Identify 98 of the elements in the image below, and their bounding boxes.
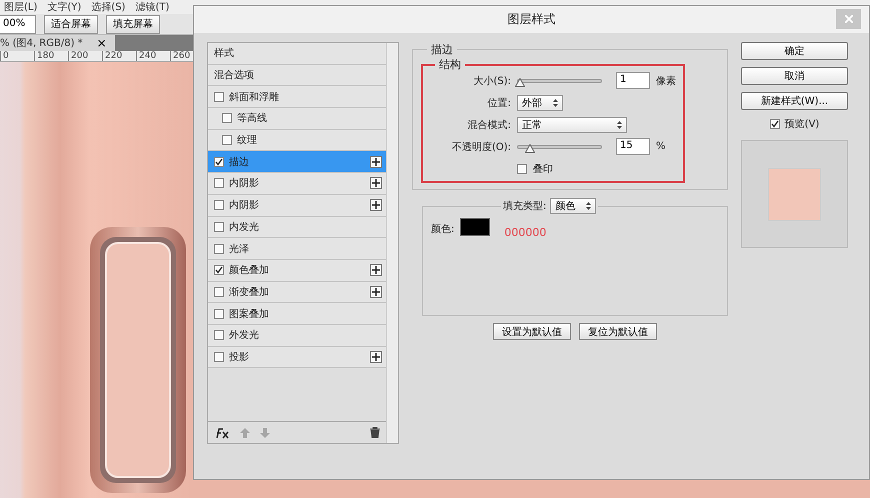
default-button[interactable]: 设置为默认值: [493, 323, 571, 340]
checkbox[interactable]: [214, 286, 224, 297]
zoom-field[interactable]: 00%: [0, 14, 36, 34]
plus-icon: [372, 179, 380, 188]
unit-label: %: [656, 141, 666, 152]
checkbox[interactable]: [214, 308, 224, 319]
effect-item[interactable]: 光泽: [208, 238, 386, 260]
checkbox[interactable]: [222, 135, 232, 146]
plus-icon: [372, 266, 380, 274]
opacity-input[interactable]: 15: [616, 138, 650, 155]
effect-item[interactable]: 图案叠加: [208, 303, 386, 325]
effect-item[interactable]: 渐变叠加: [208, 282, 386, 304]
effect-item[interactable]: 内阴影: [208, 173, 386, 195]
checkbox-label: 叠印: [533, 162, 553, 176]
ruler-label: 240: [136, 51, 170, 61]
field-label: 位置:: [486, 96, 511, 110]
field-label: 大小(S):: [472, 74, 511, 88]
field-label: 填充类型:: [503, 200, 546, 213]
fx-icon[interactable]: [214, 426, 230, 438]
dialog-button[interactable]: 取消: [741, 67, 848, 85]
checkbox[interactable]: [214, 330, 224, 340]
trash-icon[interactable]: [370, 427, 380, 438]
dialog-button[interactable]: 确定: [741, 42, 848, 60]
document-tab[interactable]: % (图4, RGB/8) * ×: [0, 35, 115, 51]
effect-item[interactable]: 颜色叠加: [208, 260, 386, 282]
group-title: 描边: [430, 42, 454, 57]
ruler-label: 0: [0, 51, 34, 61]
dialog-title: 图层样式: [508, 11, 556, 28]
ruler-label: 200: [68, 51, 102, 61]
caret-icon: [617, 120, 622, 128]
add-button[interactable]: [370, 264, 382, 276]
tab-title: % (图4, RGB/8) *: [0, 37, 83, 50]
plus-icon: [372, 158, 380, 166]
caret-icon: [553, 98, 558, 106]
field-label: 不透明度(O):: [450, 140, 511, 154]
checkbox[interactable]: [222, 113, 232, 124]
size-input[interactable]: 1: [616, 72, 650, 89]
checkmark-icon: [215, 266, 223, 274]
checkbox-label: 预览(V): [784, 118, 820, 131]
checkbox[interactable]: [517, 164, 527, 174]
slider-thumb[interactable]: [514, 76, 525, 86]
dialog-button[interactable]: 新建样式(W)...: [741, 92, 848, 110]
add-button[interactable]: [370, 350, 382, 363]
menu-item[interactable]: 滤镜(T): [135, 0, 170, 14]
add-button[interactable]: [370, 199, 382, 212]
plus-icon: [372, 201, 380, 210]
blend-mode-dropdown[interactable]: 正常: [517, 116, 627, 132]
plus-icon: [372, 288, 380, 296]
effect-item[interactable]: 内阴影: [208, 194, 386, 216]
menu-item[interactable]: 文字(Y): [47, 0, 82, 14]
checkbox[interactable]: [214, 265, 224, 276]
up-arrow-icon[interactable]: [240, 428, 250, 438]
checkbox[interactable]: [214, 156, 224, 167]
effect-item[interactable]: 内发光: [208, 216, 386, 238]
effect-item[interactable]: 等高线: [208, 108, 386, 130]
checkbox[interactable]: [214, 200, 224, 210]
effect-item[interactable]: 斜面和浮雕: [208, 86, 386, 108]
list-header: 样式: [208, 43, 386, 65]
add-button[interactable]: [370, 286, 382, 298]
checkmark-icon: [215, 158, 223, 166]
effect-item[interactable]: 投影: [208, 346, 386, 368]
default-button[interactable]: 复位为默认值: [579, 323, 657, 340]
checkbox[interactable]: [214, 244, 224, 254]
toolbar-button[interactable]: 适合屏幕: [44, 14, 98, 34]
toolbar-button[interactable]: 填充屏幕: [106, 14, 160, 34]
unit-label: 像素: [656, 74, 676, 88]
checkbox[interactable]: [214, 92, 224, 102]
tab-close-button[interactable]: ×: [96, 36, 107, 50]
down-arrow-icon[interactable]: [260, 428, 270, 438]
preview-swatch: [768, 168, 821, 220]
scrollbar[interactable]: [386, 43, 398, 443]
position-dropdown[interactable]: 外部: [517, 94, 563, 110]
effect-item[interactable]: 纹理: [208, 130, 386, 152]
ruler-label: 220: [102, 51, 136, 61]
group-title: 结构: [438, 57, 462, 72]
field-label: 混合模式:: [466, 118, 511, 132]
checkbox[interactable]: [770, 119, 780, 129]
caret-icon: [586, 202, 592, 210]
effect-item[interactable]: 外发光: [208, 324, 386, 347]
style-option[interactable]: 混合选项: [208, 64, 386, 86]
close-icon: [844, 15, 852, 23]
checkbox[interactable]: [214, 222, 224, 232]
ruler-label: 180: [34, 51, 68, 61]
slider-thumb[interactable]: [525, 142, 536, 152]
checkbox[interactable]: [214, 352, 224, 362]
checkmark-icon: [770, 120, 779, 128]
fill-type-dropdown[interactable]: 颜色: [550, 198, 596, 214]
plus-icon: [372, 352, 380, 361]
effect-item[interactable]: 描边: [208, 151, 386, 174]
menu-item[interactable]: 选择(S): [91, 0, 126, 14]
hex-annotation: 000000: [504, 226, 546, 239]
add-button[interactable]: [370, 177, 382, 190]
close-button[interactable]: [836, 9, 861, 29]
menu-item[interactable]: 图层(L): [4, 0, 38, 14]
checkbox[interactable]: [214, 178, 224, 188]
field-label: 颜色:: [431, 222, 454, 236]
add-button[interactable]: [370, 156, 382, 168]
color-swatch[interactable]: [460, 218, 490, 236]
